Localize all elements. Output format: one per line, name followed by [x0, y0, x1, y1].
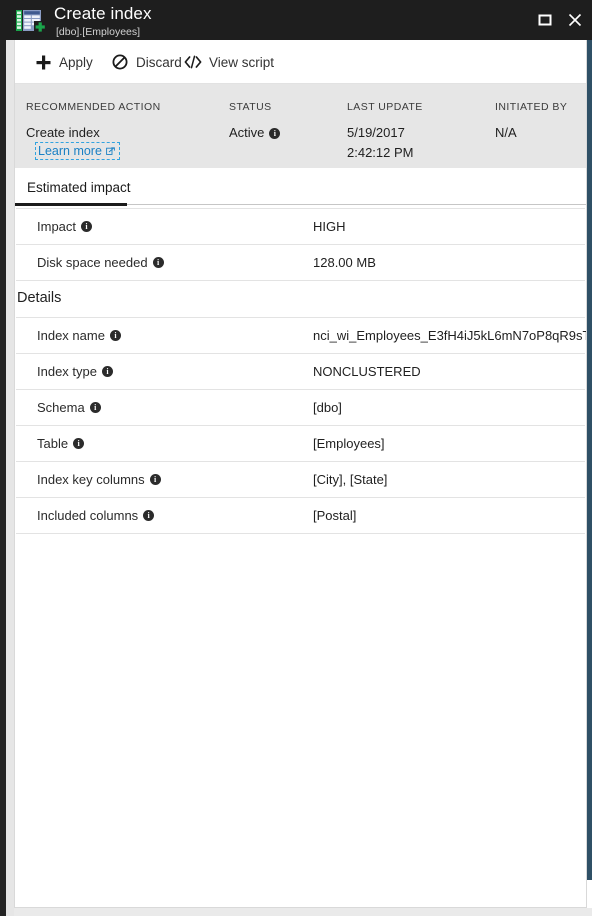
summary-value-initiated-by: N/A: [495, 125, 517, 140]
tab-active-underline: [15, 203, 127, 206]
row-label-text: Schema: [37, 400, 85, 415]
row-value: NONCLUSTERED: [313, 364, 421, 379]
row-value: 128.00 MB: [313, 255, 376, 270]
info-icon[interactable]: i: [149, 474, 161, 485]
table-row: Index name i nci_wi_Employees_E3fH4iJ5kL6…: [15, 318, 586, 353]
summary-value-recommended-action: Create index: [26, 125, 100, 140]
create-index-table-icon: [16, 9, 46, 33]
recommendation-summary: RECOMMENDED ACTION Create index Learn mo…: [15, 83, 586, 168]
info-icon[interactable]: i: [269, 128, 281, 139]
summary-header-status: STATUS: [229, 101, 272, 113]
blade-bottom-strip: [0, 908, 592, 916]
row-value: [Employees]: [313, 436, 385, 451]
info-icon[interactable]: i: [102, 366, 113, 377]
details-section-title: Details: [17, 290, 62, 306]
summary-header-initiated-by: INITIATED BY: [495, 101, 568, 113]
row-label: Index name i: [37, 328, 121, 343]
row-label: Index key columns i: [37, 472, 161, 487]
plus-icon: [33, 52, 53, 72]
maximize-icon[interactable]: [531, 6, 559, 34]
discard-button[interactable]: Discard: [110, 50, 182, 74]
code-icon: [183, 52, 203, 72]
info-icon[interactable]: i: [109, 330, 121, 341]
view-script-label: View script: [209, 54, 275, 70]
status-badge: Active: [229, 125, 265, 140]
row-value: HIGH: [313, 219, 346, 234]
title-bar: Create index [dbo].[Employees]: [0, 0, 592, 40]
window-subtitle: [dbo].[Employees]: [56, 26, 141, 38]
row-label: Disk space needed i: [37, 255, 164, 270]
discard-label: Discard: [136, 54, 182, 70]
detail-rows-container: Impact i HIGH Disk space needed i 128.00 M…: [15, 208, 586, 534]
table-row: Included columns i [Postal]: [15, 498, 586, 533]
summary-header-last-update: LAST UPDATE: [347, 101, 423, 113]
summary-value-last-update-date: 5/19/2017: [347, 125, 405, 140]
table-row: Disk space needed i 128.00 MB: [15, 245, 586, 280]
table-row: Index key columns i [City], [State]: [15, 462, 586, 497]
details-section-header: Details: [15, 281, 586, 317]
row-value: [Postal]: [313, 508, 357, 523]
tab-estimated-impact[interactable]: Estimated impact: [27, 180, 131, 195]
table-row: Schema i [dbo]: [15, 390, 586, 425]
row-label-text: Index type: [37, 364, 97, 379]
learn-more-label: Learn more: [38, 144, 102, 158]
view-script-button[interactable]: View script: [183, 50, 274, 74]
blade-left-gutter: [6, 40, 14, 916]
info-icon[interactable]: i: [152, 257, 164, 268]
row-label-text: Included columns: [37, 508, 139, 523]
row-label: Index type i: [37, 364, 113, 379]
summary-value-status: Active i: [229, 125, 281, 140]
row-separator: [16, 533, 585, 534]
table-row: Table i [Employees]: [15, 426, 586, 461]
row-label: Schema i: [37, 400, 101, 415]
table-row: Index type i NONCLUSTERED: [15, 354, 586, 389]
row-value: nci_wi_Employees_E3fH4iJ5kL6mN7oP8qR9sT0…: [313, 328, 586, 343]
external-link-icon: [106, 146, 115, 156]
row-value: [City], [State]: [313, 472, 388, 487]
table-row: Impact i HIGH: [15, 209, 586, 244]
row-label-text: Index name: [37, 328, 105, 343]
info-icon[interactable]: i: [73, 438, 85, 449]
row-value: [dbo]: [313, 400, 342, 415]
learn-more-link[interactable]: Learn more: [35, 142, 120, 160]
row-label-text: Table: [37, 436, 69, 451]
summary-header-recommended-action: RECOMMENDED ACTION: [26, 101, 161, 113]
prohibition-icon: [110, 52, 130, 72]
tab-strip: Estimated impact: [15, 168, 586, 208]
summary-value-last-update-time: 2:42:12 PM: [347, 145, 414, 160]
row-label-text: Disk space needed: [37, 255, 148, 270]
info-icon[interactable]: i: [81, 221, 93, 232]
create-index-blade: Create index [dbo].[Employees] Apply Dis…: [0, 0, 592, 916]
close-icon[interactable]: [561, 6, 589, 34]
apply-label: Apply: [59, 54, 93, 70]
blade-left-rail: [0, 0, 6, 916]
row-label: Table i: [37, 436, 85, 451]
apply-button[interactable]: Apply: [33, 50, 93, 74]
info-icon[interactable]: i: [89, 402, 101, 413]
row-label: Impact i: [37, 219, 93, 234]
row-label: Included columns i: [37, 508, 155, 523]
command-bar: Apply Discard View script: [15, 41, 586, 84]
row-label-text: Index key columns: [37, 472, 145, 487]
info-icon[interactable]: i: [143, 510, 155, 521]
window-title: Create index: [54, 4, 152, 23]
tab-strip-baseline: [127, 204, 586, 205]
row-label-text: Impact: [37, 219, 77, 234]
blade-right-accent-rail: [587, 0, 592, 880]
